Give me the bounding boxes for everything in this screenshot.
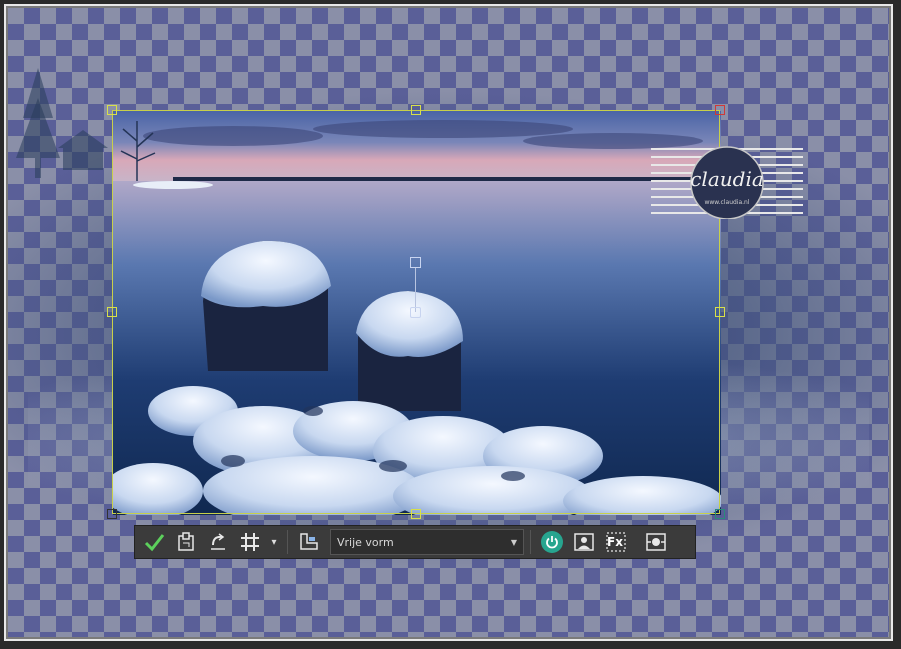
toolbar-separator (287, 530, 288, 554)
handle-middle-left[interactable] (107, 307, 117, 317)
handle-bottom-left[interactable] (107, 509, 117, 519)
fit-screen-icon (646, 533, 666, 551)
handle-top-middle[interactable] (411, 105, 421, 115)
transform-mode-select[interactable]: Vrije vorm ▼ (330, 529, 524, 555)
handle-top-right[interactable] (715, 105, 725, 115)
handle-middle-right[interactable] (715, 307, 725, 317)
transform-toolbar: ▾ Vrije vorm ▼ Fx (134, 525, 696, 559)
pivot-point[interactable] (410, 307, 421, 318)
handle-bottom-right[interactable] (715, 509, 725, 519)
apply-button[interactable] (139, 528, 169, 556)
logo-text: claudia (690, 167, 764, 191)
apply-check-icon (144, 534, 165, 552)
grid-options-dropdown[interactable]: ▾ (267, 528, 281, 556)
undo-transform-button[interactable] (203, 528, 233, 556)
rotation-line (415, 268, 416, 312)
fit-screen-button[interactable] (641, 528, 671, 556)
portrait-button[interactable] (569, 528, 599, 556)
logo-subtext: www.claudia.nl (704, 199, 750, 206)
perspective-icon (300, 533, 318, 550)
fx-button[interactable]: Fx (601, 528, 631, 556)
grid-icon (241, 533, 259, 551)
rotate-back-icon (211, 533, 225, 550)
ghost-trees-left (16, 68, 108, 178)
handle-top-left[interactable] (107, 105, 117, 115)
toolbar-separator-2 (530, 530, 531, 554)
image-canvas[interactable]: claudia www.claudia.nl ▾ Vrije vorm ▼ Fx (8, 8, 889, 637)
grid-dropdown-icon: ▾ (271, 536, 277, 548)
chevron-down-icon: ▼ (510, 537, 517, 547)
power-icon (541, 531, 563, 553)
perspective-button[interactable] (294, 528, 324, 556)
portrait-icon (574, 533, 594, 551)
window-frame: claudia www.claudia.nl ▾ Vrije vorm ▼ Fx (0, 0, 901, 649)
fx-label: Fx (607, 535, 623, 549)
transform-icon (178, 532, 194, 551)
power-toggle-button[interactable] (537, 528, 567, 556)
rotation-handle[interactable] (410, 257, 421, 268)
handle-bottom-middle[interactable] (411, 509, 421, 519)
claudia-watermark-logo: claudia www.claudia.nl (651, 143, 803, 220)
transform-button[interactable] (171, 528, 201, 556)
transform-mode-value: Vrije vorm (337, 535, 394, 549)
grid-button[interactable] (235, 528, 265, 556)
